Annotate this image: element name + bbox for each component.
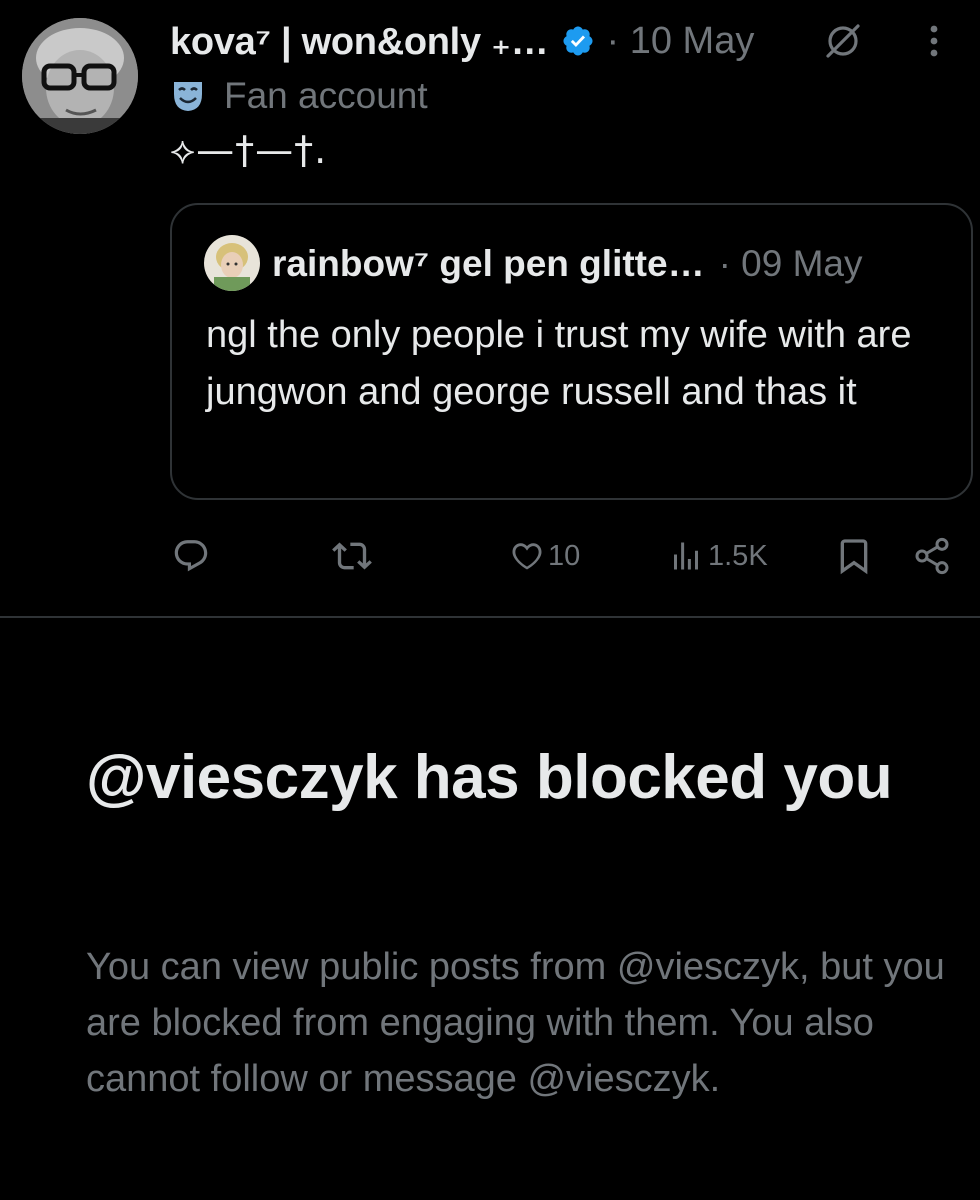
quoted-author-name[interactable]: rainbow⁷ gel pen glitte… [272,243,705,285]
bookmark-icon [840,539,868,575]
section-divider [0,616,980,618]
post-header: kova⁷ | won&only ₊… · 10 May [170,18,960,64]
post-actions: 10 1.5K [0,528,980,584]
post[interactable]: kova⁷ | won&only ₊… · 10 May Fan account… [0,0,980,616]
views-button[interactable]: 1.5K [668,528,768,584]
author-name[interactable]: kova⁷ | won&only ₊… [170,19,549,64]
verified-badge-icon [562,26,593,56]
account-label: Fan account [170,74,428,118]
author-avatar[interactable] [22,18,138,134]
blocked-title: @viesczyk has blocked you [86,743,893,812]
quoted-post[interactable]: rainbow⁷ gel pen glitte… · 09 May ngl th… [170,203,973,500]
heart-icon [512,543,542,570]
quoted-post-text: ngl the only people i trust my wife with… [206,314,912,413]
like-count: 10 [548,539,581,572]
like-button[interactable]: 10 [510,528,580,584]
grok-icon[interactable] [822,20,864,62]
quoted-author-avatar[interactable] [204,235,260,291]
quoted-post-header: rainbow⁷ gel pen glitte… · 09 May [272,243,937,285]
bookmark-button[interactable] [834,528,874,584]
repost-button[interactable] [332,528,372,584]
share-icon [915,537,949,575]
blocked-description: You can view public posts from @viesczyk… [86,946,945,1100]
reply-button[interactable] [172,528,210,584]
repost-icon [332,542,372,570]
view-count: 1.5K [708,539,768,572]
quoted-post-timestamp[interactable]: · 09 May [719,243,863,285]
views-icon [674,542,698,570]
theater-mask-icon [174,82,202,111]
reply-icon [174,540,208,572]
share-button[interactable] [912,528,952,584]
fan-account-label: Fan account [224,75,428,116]
more-options-icon[interactable] [922,20,946,62]
post-timestamp[interactable]: · 10 May [607,20,755,63]
post-text: ⟡—†—†. [170,128,328,172]
